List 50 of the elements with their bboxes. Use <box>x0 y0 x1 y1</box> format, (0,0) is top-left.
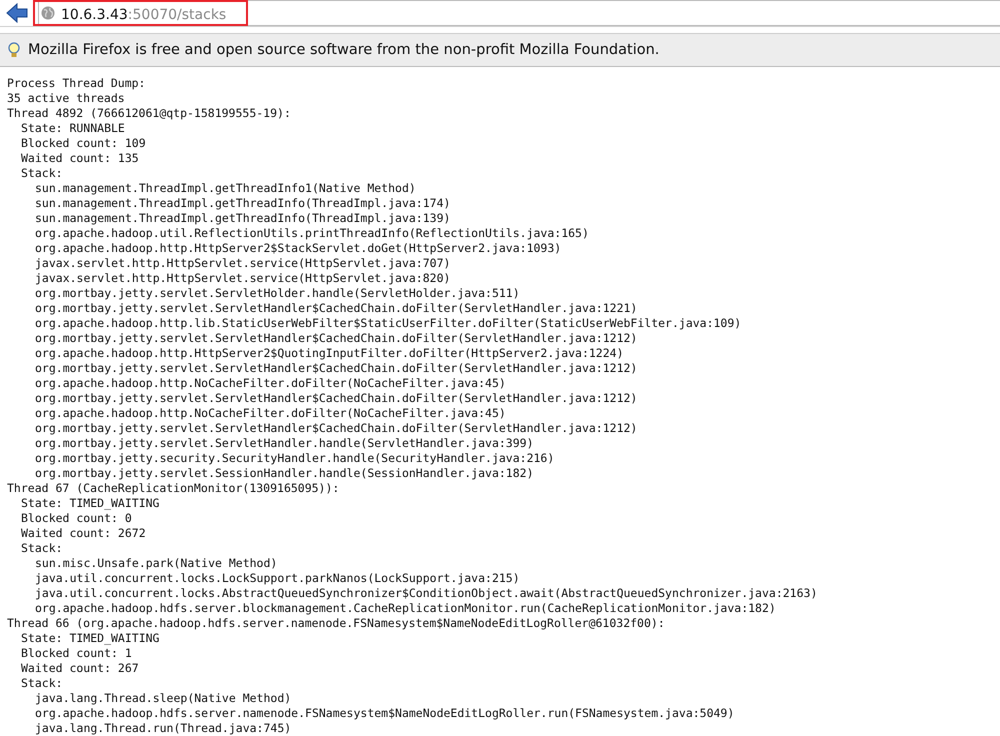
stack-frame: org.mortbay.jetty.servlet.ServletHandler$CachedChain.doFilter(ServletHandler.java:1212) <box>35 421 638 435</box>
globe-icon <box>41 6 55 20</box>
stack-frame: java.lang.Thread.run(Thread.java:745) <box>35 721 292 735</box>
thread-state: State: RUNNABLE <box>21 121 125 135</box>
dump-title: Process Thread Dump: <box>7 76 146 90</box>
stack-frame: org.mortbay.jetty.servlet.ServletHandler$CachedChain.doFilter(ServletHandler.java:1212) <box>35 331 638 345</box>
stack-frame: sun.management.ThreadImpl.getThreadInfo1(Native Method) <box>35 181 416 195</box>
stack-frame: javax.servlet.http.HttpServlet.service(HttpServlet.java:707) <box>35 256 450 270</box>
waited-count: Waited count: 135 <box>21 151 139 165</box>
stack-label: Stack: <box>21 166 63 180</box>
stack-frame: sun.management.ThreadImpl.getThreadInfo(ThreadImpl.java:174) <box>35 196 450 210</box>
stack-frame: java.util.concurrent.locks.AbstractQueuedSynchronizer$ConditionObject.await(AbstractQueuedSynchronizer.java:2163) <box>35 586 818 600</box>
stack-frame: java.lang.Thread.sleep(Native Method) <box>35 691 292 705</box>
blocked-count: Blocked count: 109 <box>21 136 146 150</box>
blocked-count: Blocked count: 1 <box>21 646 132 660</box>
stack-frame: org.mortbay.jetty.security.SecurityHandler.handle(SecurityHandler.java:216) <box>35 451 554 465</box>
stack-frame: org.mortbay.jetty.servlet.ServletHolder.handle(ServletHolder.java:511) <box>35 286 520 300</box>
stack-frame: org.apache.hadoop.hdfs.server.namenode.FSNamesystem$NameNodeEditLogRoller.run(FSNamesystem.java:5049) <box>35 706 734 720</box>
thread-count: 35 active threads <box>7 91 125 105</box>
stack-frame: java.util.concurrent.locks.LockSupport.parkNanos(LockSupport.java:215) <box>35 571 520 585</box>
thread-header: Thread 4892 (766612061@qtp-158199555-19): <box>7 106 291 120</box>
stack-frame: org.mortbay.jetty.servlet.SessionHandler.handle(SessionHandler.java:182) <box>35 466 534 480</box>
stack-frame: org.apache.hadoop.util.ReflectionUtils.printThreadInfo(ReflectionUtils.java:165) <box>35 226 589 240</box>
stack-frame: org.mortbay.jetty.servlet.ServletHandler$CachedChain.doFilter(ServletHandler.java:1212) <box>35 361 638 375</box>
waited-count: Waited count: 2672 <box>21 526 146 540</box>
stack-frame: org.apache.hadoop.http.lib.StaticUserWebFilter$StaticUserFilter.doFilter(StaticUserWebFilter.java:109) <box>35 316 742 330</box>
thread-header: Thread 66 (org.apache.hadoop.hdfs.server.namenode.FSNamesystem$NameNodeEditLogRoller@61032f00): <box>7 616 665 630</box>
thread-header: Thread 67 (CacheReplicationMonitor(1309165095)): <box>7 481 340 495</box>
stack-frame: org.mortbay.jetty.servlet.ServletHandler.handle(ServletHandler.java:399) <box>35 436 534 450</box>
stack-frame: sun.misc.Unsafe.park(Native Method) <box>35 556 278 570</box>
blocked-count: Blocked count: 0 <box>21 511 132 525</box>
thread-state: State: TIMED_WAITING <box>21 631 160 645</box>
stack-frame: org.mortbay.jetty.servlet.ServletHandler$CachedChain.doFilter(ServletHandler.java:1221) <box>35 301 638 315</box>
stack-frame: org.apache.hadoop.http.HttpServer2$StackServlet.doGet(HttpServer2.java:1093) <box>35 241 562 255</box>
notification-text: Mozilla Firefox is free and open source software from the non-profit Mozilla Foundation. <box>28 42 660 58</box>
back-arrow-icon[interactable] <box>6 3 28 23</box>
waited-count: Waited count: 267 <box>21 661 139 675</box>
lightbulb-icon <box>8 42 20 58</box>
stack-frame: org.apache.hadoop.http.NoCacheFilter.doFilter(NoCacheFilter.java:45) <box>35 376 506 390</box>
stack-frame: sun.management.ThreadImpl.getThreadInfo(ThreadImpl.java:139) <box>35 211 450 225</box>
stack-frame: org.mortbay.jetty.servlet.ServletHandler$CachedChain.doFilter(ServletHandler.java:1212) <box>35 391 638 405</box>
stack-label: Stack: <box>21 676 63 690</box>
stack-label: Stack: <box>21 541 63 555</box>
stack-frame: org.apache.hadoop.hdfs.server.blockmanagement.CacheReplicationMonitor.run(CacheReplicationMonitor.java:182) <box>35 601 776 615</box>
stack-frame: javax.servlet.http.HttpServlet.service(HttpServlet.java:820) <box>35 271 450 285</box>
url-path: :50070/stacks <box>128 6 226 22</box>
url-host: 10.6.3.43 <box>61 6 128 22</box>
thread-state: State: TIMED_WAITING <box>21 496 160 510</box>
stack-frame: org.apache.hadoop.http.NoCacheFilter.doFilter(NoCacheFilter.java:45) <box>35 406 506 420</box>
stack-frame: org.apache.hadoop.http.HttpServer2$QuotingInputFilter.doFilter(HttpServer2.java:1224) <box>35 346 624 360</box>
